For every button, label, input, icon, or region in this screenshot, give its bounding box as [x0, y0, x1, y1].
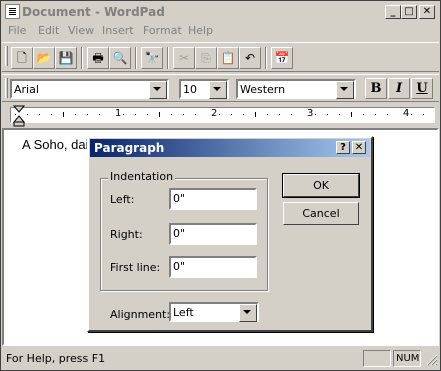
maximize-button[interactable]: □: [401, 5, 417, 19]
font-value: Arial: [14, 83, 39, 96]
left-indent-field[interactable]: 0": [169, 188, 257, 210]
chevron-down-icon[interactable]: [239, 304, 257, 322]
toolbar-separator: [135, 47, 137, 69]
status-help-text: For Help, press F1: [6, 352, 106, 365]
alignment-label: Alignment:: [110, 308, 171, 321]
menu-insert[interactable]: Insert: [102, 24, 134, 37]
alignment-select[interactable]: Left: [169, 302, 259, 322]
status-num-pane: NUM: [393, 350, 421, 367]
indent-marker-icon[interactable]: [13, 105, 25, 127]
paste-icon[interactable]: 📋: [217, 47, 239, 69]
right-indent-value: 0": [173, 227, 186, 240]
toolbar-separator: [167, 47, 169, 69]
italic-button[interactable]: I: [388, 78, 410, 99]
ruler-mark-4: 4: [403, 108, 410, 119]
minimize-button[interactable]: _: [385, 5, 401, 19]
status-pane-caps: [363, 350, 391, 367]
menu-format[interactable]: Format: [143, 24, 182, 37]
toolbar-separator: [81, 47, 83, 69]
print-preview-icon[interactable]: 🔍: [109, 47, 131, 69]
chevron-down-icon[interactable]: [149, 81, 167, 99]
script-value: Western: [240, 83, 286, 96]
first-line-indent-value: 0": [173, 260, 186, 273]
dialog-help-button[interactable]: ?: [336, 141, 350, 154]
menu-edit[interactable]: Edit: [38, 24, 59, 37]
indentation-group-label: Indentation: [108, 170, 176, 183]
ruler[interactable]: 1 2 3 4: [2, 103, 439, 127]
close-button[interactable]: ✕: [419, 5, 435, 19]
undo-icon[interactable]: ↶: [239, 47, 261, 69]
toolbar-grip[interactable]: [5, 46, 8, 66]
wordpad-app-icon[interactable]: [5, 4, 20, 19]
script-combo[interactable]: Western: [236, 79, 356, 99]
toolbar-grip[interactable]: [5, 78, 8, 98]
window-title: Document - WordPad: [22, 5, 165, 19]
cut-icon[interactable]: ✂: [173, 47, 195, 69]
bold-button[interactable]: B: [365, 78, 387, 99]
ruler-mark-1: 1: [115, 108, 122, 119]
title-bar[interactable]: Document - WordPad _ □ ✕: [2, 2, 439, 21]
alignment-value: Left: [173, 306, 194, 319]
menu-bar: File Edit View Insert Format Help: [2, 21, 439, 41]
ruler-ticks: [15, 112, 424, 117]
copy-icon[interactable]: ⎘: [195, 47, 217, 69]
ok-button[interactable]: OK: [282, 173, 360, 198]
chevron-down-icon[interactable]: [209, 81, 227, 99]
toolbar-separator: [265, 47, 267, 69]
dialog-close-button[interactable]: ✕: [352, 141, 366, 154]
font-size-combo[interactable]: 10: [179, 79, 229, 99]
menu-file[interactable]: File: [8, 24, 26, 37]
status-bar: For Help, press F1 NUM: [2, 348, 439, 369]
paragraph-dialog: Paragraph ? ✕ Indentation Left: 0" Right…: [87, 136, 373, 332]
right-indent-field[interactable]: 0": [169, 223, 257, 245]
first-line-indent-field[interactable]: 0": [169, 256, 257, 278]
ruler-strip[interactable]: 1 2 3 4: [10, 107, 435, 123]
left-label: Left:: [110, 193, 135, 206]
right-label: Right:: [110, 228, 143, 241]
dialog-title: Paragraph: [94, 141, 165, 155]
document-text[interactable]: A Soho, dai: [22, 137, 89, 152]
ruler-mark-2: 2: [211, 108, 218, 119]
standard-toolbar: 🗋 📂 💾 🖶 🔍 🔭 ✂ ⎘ 📋 ↶ 📅: [2, 42, 439, 72]
format-bar: Arial 10 Western B I U: [2, 74, 439, 102]
find-icon[interactable]: 🔭: [141, 47, 163, 69]
insert-date-icon[interactable]: 📅: [271, 47, 293, 69]
menu-help[interactable]: Help: [188, 24, 213, 37]
cancel-button[interactable]: Cancel: [283, 202, 359, 225]
print-icon[interactable]: 🖶: [87, 47, 109, 69]
chevron-down-icon[interactable]: [336, 81, 354, 99]
ruler-mark-3: 3: [307, 108, 314, 119]
save-icon[interactable]: 💾: [55, 47, 77, 69]
menu-view[interactable]: View: [68, 24, 94, 37]
dialog-title-bar[interactable]: Paragraph ? ✕: [90, 139, 370, 157]
new-icon[interactable]: 🗋: [11, 47, 33, 69]
open-icon[interactable]: 📂: [33, 47, 55, 69]
resize-grip-icon[interactable]: [426, 354, 438, 366]
left-indent-value: 0": [173, 192, 186, 205]
underline-button[interactable]: U: [411, 78, 433, 99]
font-combo[interactable]: Arial: [10, 79, 169, 99]
font-size-value: 10: [183, 83, 197, 96]
first-line-label: First line:: [110, 261, 161, 274]
